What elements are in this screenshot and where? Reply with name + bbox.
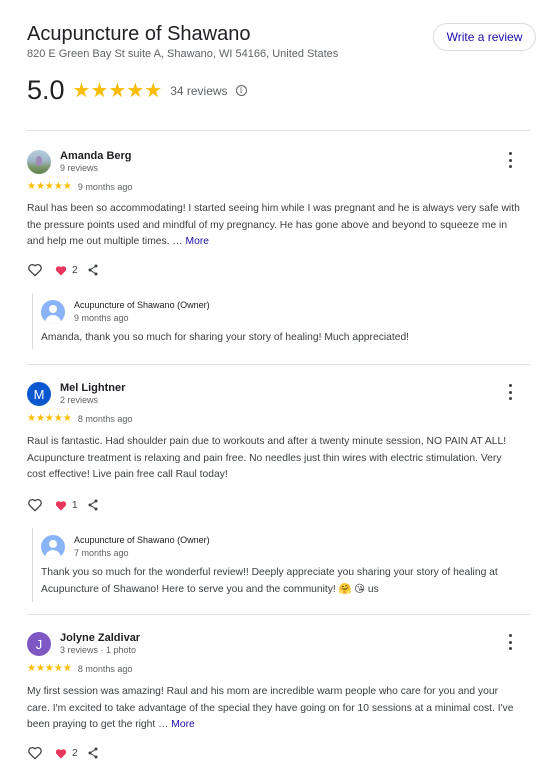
- review-body: My first session was amazing! Raul and h…: [27, 686, 514, 730]
- reaction-count[interactable]: 1: [55, 500, 78, 511]
- review-count[interactable]: 34 reviews: [170, 84, 227, 98]
- review-actions: 2: [27, 263, 99, 277]
- review-text: My first session was amazing! Raul and h…: [27, 684, 522, 734]
- reviewer-name[interactable]: Mel Lightner: [60, 382, 125, 394]
- owner-reply-text: Thank you so much for the wonderful revi…: [41, 567, 498, 595]
- divider: [27, 130, 530, 131]
- owner-reply: Acupuncture of Shawano (Owner) 7 months …: [32, 528, 527, 602]
- review-card: Amanda Berg 9 reviews ★★★★★ 9 months ago…: [27, 150, 530, 360]
- owner-reply: Acupuncture of Shawano (Owner) 9 months …: [32, 293, 527, 349]
- review-card: J Jolyne Zaldivar 3 reviews · 1 photo ★★…: [27, 632, 530, 772]
- review-actions: 1: [27, 498, 99, 512]
- reaction-count-value: 1: [72, 499, 78, 511]
- heart-outline-icon[interactable]: [27, 498, 43, 512]
- more-link[interactable]: More: [171, 719, 194, 730]
- more-options-icon[interactable]: [506, 384, 514, 400]
- overall-rating: 5.0 ★★★★★ 34 reviews i: [27, 75, 247, 106]
- owner-avatar: [41, 535, 65, 559]
- review-text: Raul has been so accommodating! I starte…: [27, 201, 522, 251]
- heart-outline-icon[interactable]: [27, 263, 43, 277]
- review-rating: ★★★★★ 9 months ago: [27, 181, 132, 192]
- review-stars: ★★★★★: [27, 663, 72, 674]
- avatar[interactable]: M: [27, 382, 51, 406]
- review-rating: ★★★★★ 8 months ago: [27, 413, 132, 424]
- reaction-count[interactable]: 2: [55, 265, 78, 276]
- share-icon[interactable]: [87, 747, 99, 759]
- heart-icon: [55, 265, 67, 275]
- business-header: Acupuncture of Shawano 820 E Green Bay S…: [27, 22, 537, 112]
- divider: [27, 364, 530, 365]
- review-card: M Mel Lightner 2 reviews ★★★★★ 8 months …: [27, 382, 530, 612]
- reviewer-meta: 2 reviews: [60, 395, 99, 405]
- review-date: 8 months ago: [77, 663, 133, 674]
- rating-stars: ★★★★★: [72, 80, 163, 102]
- divider: [27, 614, 530, 615]
- more-link[interactable]: More: [186, 236, 209, 247]
- heart-icon: [55, 748, 67, 758]
- review-rating: ★★★★★ 8 months ago: [27, 663, 132, 674]
- more-options-icon[interactable]: [506, 152, 514, 168]
- reviewer-name[interactable]: Amanda Berg: [60, 150, 132, 162]
- reviewer-name[interactable]: Jolyne Zaldivar: [60, 632, 140, 644]
- reviewer-meta: 3 reviews · 1 photo: [60, 645, 137, 655]
- owner-reply-date: 9 months ago: [74, 313, 129, 323]
- more-options-icon[interactable]: [506, 634, 514, 650]
- review-body: Raul has been so accommodating! I starte…: [27, 203, 520, 247]
- review-date: 9 months ago: [77, 181, 133, 192]
- avatar[interactable]: [27, 150, 51, 174]
- owner-name: Acupuncture of Shawano (Owner): [74, 535, 210, 545]
- owner-reply-text: Amanda, thank you so much for sharing yo…: [41, 332, 410, 343]
- heart-icon: [55, 500, 67, 510]
- reviewer-meta: 9 reviews: [60, 163, 99, 173]
- reaction-count-value: 2: [72, 264, 78, 276]
- rating-value: 5.0: [27, 75, 65, 105]
- owner-reply-date: 7 months ago: [74, 548, 129, 558]
- owner-avatar: [41, 300, 65, 324]
- reaction-count[interactable]: 2: [55, 748, 78, 759]
- avatar[interactable]: J: [27, 632, 51, 656]
- share-icon[interactable]: [87, 499, 99, 511]
- write-review-button[interactable]: Write a review: [433, 23, 536, 51]
- info-icon[interactable]: i: [235, 85, 247, 96]
- review-text: Raul is fantastic. Had shoulder pain due…: [27, 436, 507, 480]
- owner-name: Acupuncture of Shawano (Owner): [74, 300, 210, 310]
- review-date: 8 months ago: [77, 413, 133, 424]
- review-stars: ★★★★★: [27, 413, 72, 424]
- reaction-count-value: 2: [72, 747, 78, 759]
- review-stars: ★★★★★: [27, 181, 72, 192]
- heart-outline-icon[interactable]: [27, 746, 43, 760]
- share-icon[interactable]: [87, 264, 99, 276]
- review-actions: 2: [27, 746, 99, 760]
